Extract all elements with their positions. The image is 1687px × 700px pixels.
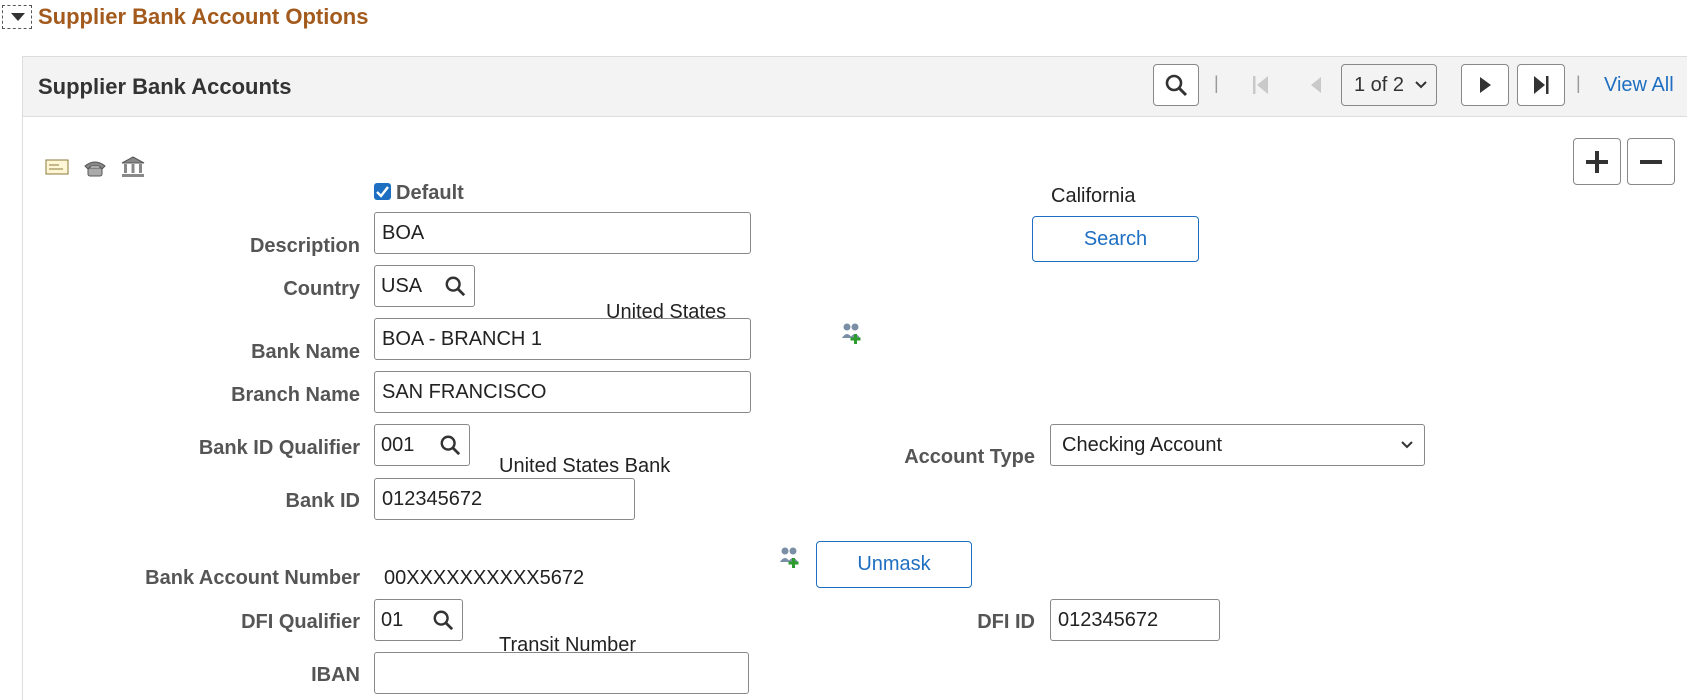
dfi-qualifier-label: DFI Qualifier bbox=[241, 611, 360, 633]
search-button[interactable]: Search bbox=[1032, 216, 1199, 262]
dfi-id-field[interactable]: 012345672 bbox=[1050, 599, 1220, 641]
bank-id-qualifier-description: United States Bank bbox=[499, 455, 671, 477]
search-icon[interactable] bbox=[432, 609, 454, 631]
previous-page-icon[interactable] bbox=[1308, 74, 1324, 101]
search-icon[interactable] bbox=[439, 434, 461, 456]
account-type-select[interactable]: Checking Account bbox=[1050, 424, 1425, 466]
bank-icon[interactable] bbox=[121, 156, 145, 183]
last-page-button[interactable] bbox=[1517, 64, 1565, 106]
search-icon[interactable] bbox=[444, 275, 466, 297]
country-field[interactable]: USA bbox=[374, 265, 475, 307]
bank-name-label: Bank Name bbox=[251, 341, 360, 363]
view-all-link[interactable]: View All bbox=[1604, 74, 1674, 97]
grid-title: Supplier Bank Accounts bbox=[38, 74, 292, 99]
delete-row-button[interactable] bbox=[1627, 138, 1675, 185]
dfi-qualifier-field[interactable]: 01 bbox=[374, 599, 463, 641]
phone-icon[interactable] bbox=[83, 158, 107, 183]
add-row-button[interactable] bbox=[1573, 138, 1621, 185]
address-card-icon[interactable] bbox=[45, 158, 69, 181]
last-page-icon bbox=[1534, 76, 1549, 94]
bank-id-qualifier-field[interactable]: 001 bbox=[374, 424, 470, 466]
page-select[interactable]: 1 of 2 bbox=[1341, 64, 1437, 106]
section-title[interactable]: Supplier Bank Account Options bbox=[38, 4, 368, 30]
next-page-icon bbox=[1480, 77, 1491, 93]
country-value: USA bbox=[381, 274, 423, 297]
check-icon bbox=[376, 186, 389, 198]
grid-panel bbox=[22, 56, 1687, 700]
bank-contacts-icon[interactable] bbox=[840, 321, 864, 350]
account-type-value: Checking Account bbox=[1062, 433, 1223, 456]
separator: | bbox=[1576, 73, 1581, 93]
country-label: Country bbox=[283, 278, 360, 300]
description-label: Description bbox=[249, 235, 360, 257]
account-contacts-icon[interactable] bbox=[778, 545, 802, 574]
plus-icon bbox=[1586, 150, 1608, 173]
chevron-down-icon bbox=[1401, 441, 1413, 449]
state-text: California bbox=[1051, 185, 1136, 207]
bank-account-number-value: 00XXXXXXXXXX5672 bbox=[384, 567, 585, 589]
iban-field[interactable] bbox=[374, 652, 749, 694]
section-header: Supplier Bank Account Options bbox=[2, 4, 368, 30]
page-select-value: 1 of 2 bbox=[1354, 73, 1405, 96]
search-icon bbox=[1165, 74, 1188, 97]
default-label: Default bbox=[396, 182, 464, 204]
bank-name-field[interactable]: BOA - BRANCH 1 bbox=[374, 318, 751, 360]
iban-label: IBAN bbox=[311, 664, 360, 686]
next-page-button[interactable] bbox=[1461, 64, 1509, 106]
first-page-icon[interactable] bbox=[1251, 74, 1271, 101]
bank-id-label: Bank ID bbox=[285, 490, 360, 512]
bank-id-qualifier-label: Bank ID Qualifier bbox=[198, 437, 360, 459]
unmask-button[interactable]: Unmask bbox=[816, 541, 972, 588]
branch-name-label: Branch Name bbox=[231, 384, 360, 406]
bank-account-number-label: Bank Account Number bbox=[145, 567, 360, 589]
bank-id-qualifier-value: 001 bbox=[381, 433, 415, 456]
collapse-toggle-icon[interactable] bbox=[2, 5, 32, 29]
separator: | bbox=[1214, 73, 1219, 93]
dfi-id-label: DFI ID bbox=[977, 611, 1035, 633]
account-type-label: Account Type bbox=[904, 446, 1035, 468]
default-checkbox[interactable] bbox=[374, 183, 391, 200]
branch-name-field[interactable]: SAN FRANCISCO bbox=[374, 371, 751, 413]
bank-id-field[interactable]: 012345672 bbox=[374, 478, 635, 520]
dfi-qualifier-value: 01 bbox=[381, 608, 404, 631]
grid-search-button[interactable] bbox=[1153, 64, 1199, 106]
minus-icon bbox=[1640, 159, 1662, 164]
description-field[interactable]: BOA bbox=[374, 212, 751, 254]
chevron-down-icon bbox=[1415, 81, 1427, 89]
